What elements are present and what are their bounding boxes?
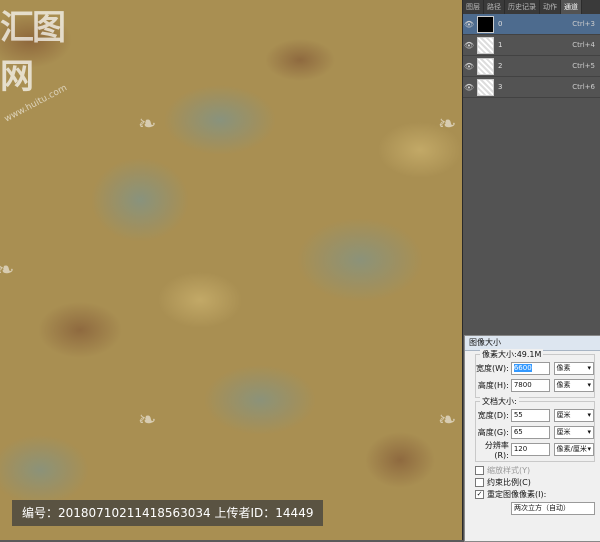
resolution-unit-select[interactable]: 像素/厘米 — [553, 443, 594, 456]
doc-width-unit-select[interactable]: 厘米 — [553, 409, 594, 422]
channel-row[interactable]: 👁 3 Ctrl+6 — [463, 77, 600, 98]
watermark-logo: 汇图网 www.huitu.com — [0, 0, 90, 125]
constrain-proportions-checkbox[interactable]: 约束比例(C) — [475, 476, 600, 488]
pixel-height-unit-select[interactable]: 像素 — [553, 379, 594, 392]
resolution-label: 分辨率(R): — [484, 440, 509, 460]
pixel-width-label: 宽度(W): — [476, 364, 509, 373]
document-size-group: 文档大小: 宽度(D): 55 厘米 高度(G): 65 厘米 分辨率(R): … — [475, 396, 595, 462]
watermark-icon: ❧ — [438, 408, 457, 433]
watermark-icon: ❧ — [138, 112, 157, 137]
visibility-eye-icon[interactable]: 👁 — [463, 62, 475, 71]
scale-styles-checkbox[interactable]: 缩放样式(Y) — [475, 464, 600, 476]
channel-name: 3 — [498, 83, 503, 91]
pixel-height-label: 高度(H): — [477, 381, 509, 390]
channel-shortcut: Ctrl+5 — [572, 62, 595, 70]
channel-shortcut: Ctrl+4 — [572, 41, 595, 49]
resample-method-select[interactable]: 两次立方（自动） — [511, 502, 595, 515]
channel-row[interactable]: 👁 0 Ctrl+3 — [463, 14, 600, 35]
doc-width-label: 宽度(D): — [477, 411, 509, 420]
doc-width-input[interactable]: 55 — [510, 409, 550, 422]
tab-history[interactable]: 历史记录 — [505, 0, 540, 14]
visibility-eye-icon[interactable]: 👁 — [463, 41, 475, 50]
doc-height-label: 高度(G): — [477, 428, 509, 437]
channel-row[interactable]: 👁 1 Ctrl+4 — [463, 35, 600, 56]
doc-height-unit-select[interactable]: 厘米 — [553, 426, 594, 439]
image-size-dialog: 图像大小 像素大小:49.1M 宽度(W): 6600 像素 高度(H): 78… — [464, 335, 600, 542]
panel-tabs: 图层 路径 历史记录 动作 通道 — [463, 0, 600, 14]
channel-shortcut: Ctrl+3 — [572, 20, 595, 28]
document-size-legend: 文档大小: — [480, 396, 519, 407]
constrain-label: 约束比例(C) — [487, 477, 531, 487]
tab-channels[interactable]: 通道 — [561, 0, 582, 14]
watermark-icon: ❧ — [438, 112, 457, 137]
visibility-eye-icon[interactable]: 👁 — [463, 20, 475, 29]
channel-name: 2 — [498, 62, 503, 70]
checkbox-box — [475, 477, 484, 487]
resample-label: 重定图像像素(I): — [487, 489, 547, 499]
checkmark-icon: ✓ — [475, 489, 484, 499]
watermark-icon: ❧ — [138, 408, 157, 433]
tab-layers[interactable]: 图层 — [463, 0, 484, 14]
image-caption: 编号：20180710211418563034 上传者ID：14449 — [12, 500, 324, 526]
channel-thumbnail — [477, 15, 494, 33]
doc-height-input[interactable]: 65 — [510, 426, 550, 439]
pixel-width-input[interactable]: 6600 — [510, 362, 550, 375]
channel-shortcut: Ctrl+6 — [572, 83, 595, 91]
channel-name: 1 — [498, 41, 503, 49]
scale-styles-label: 缩放样式(Y) — [487, 465, 531, 475]
channel-thumbnail — [477, 78, 494, 96]
tab-paths[interactable]: 路径 — [484, 0, 505, 14]
watermark-icon: ❧ — [0, 258, 15, 283]
tab-actions[interactable]: 动作 — [540, 0, 561, 14]
pixel-height-input[interactable]: 7800 — [510, 379, 550, 392]
resolution-input[interactable]: 120 — [510, 443, 550, 456]
checkbox-box — [475, 465, 484, 475]
resample-checkbox[interactable]: ✓ 重定图像像素(I): — [475, 488, 600, 500]
channel-thumbnail — [477, 36, 494, 54]
channel-name: 0 — [498, 20, 503, 28]
channel-thumbnail — [477, 57, 494, 75]
pixel-width-unit-select[interactable]: 像素 — [553, 362, 594, 375]
channel-row[interactable]: 👁 2 Ctrl+5 — [463, 56, 600, 77]
pixel-dimensions-group: 像素大小:49.1M 宽度(W): 6600 像素 高度(H): 7800 像素 — [475, 349, 595, 398]
pixel-dimensions-legend: 像素大小:49.1M — [480, 349, 544, 360]
visibility-eye-icon[interactable]: 👁 — [463, 83, 475, 92]
texture-canvas: ❧ ❧ ❧ ❧ ❧ 汇图网 www.huitu.com — [0, 0, 462, 540]
